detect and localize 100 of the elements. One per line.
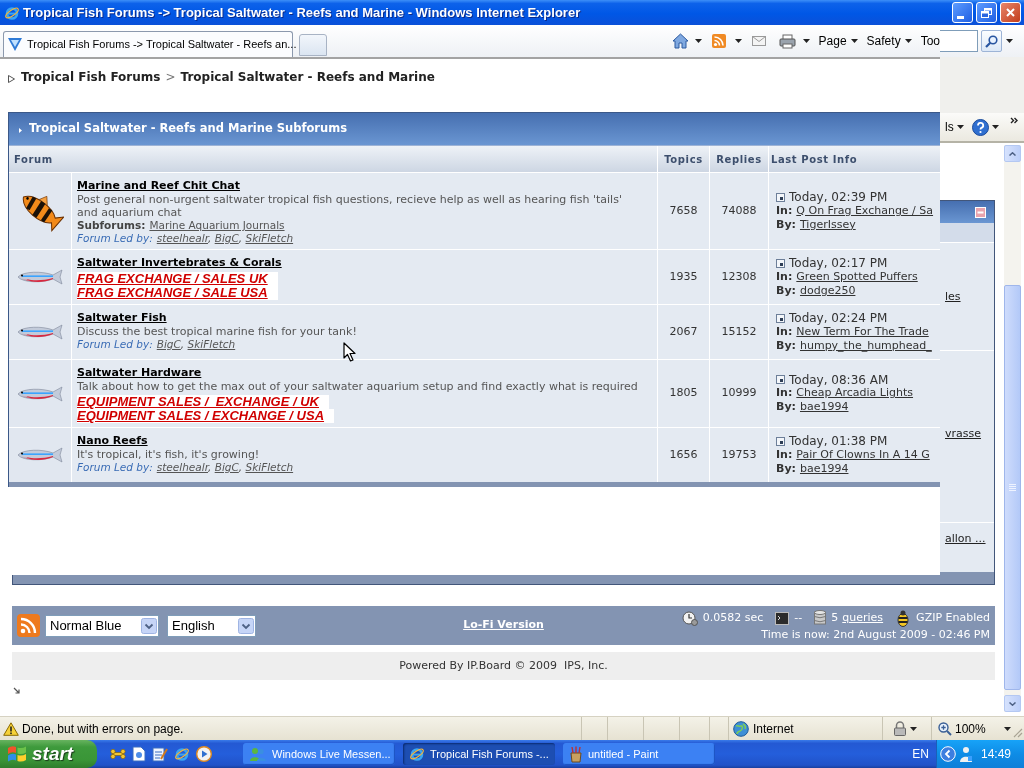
- language-indicator[interactable]: EN: [912, 745, 929, 763]
- caret-icon: [956, 125, 964, 129]
- resize-grip-icon: [1012, 727, 1023, 738]
- chevron-left-icon[interactable]: [940, 746, 956, 762]
- topic-link[interactable]: vrasse: [945, 427, 994, 440]
- column-header: Topics: [658, 146, 709, 172]
- diagonal-arrow-icon: [13, 687, 20, 694]
- rss-feed-icon: [711, 34, 726, 48]
- query-count: 5: [831, 609, 839, 626]
- moderator-link[interactable]: steelhealr: [156, 232, 208, 244]
- server-time: Time is now: 2nd August 2009 - 02:46 PM: [761, 626, 990, 642]
- topics-cell: 2067: [658, 305, 709, 359]
- menu-button[interactable]: Safety: [866, 32, 912, 50]
- scrollbar-thumb[interactable]: [1004, 285, 1021, 690]
- collapse-icon[interactable]: [975, 206, 986, 218]
- warning-icon: [3, 721, 19, 736]
- scroll-down-button[interactable]: [1004, 695, 1021, 712]
- topic-link[interactable]: allon ...: [945, 532, 994, 545]
- last-post-date: Today, 02:24 PM: [789, 310, 888, 327]
- forum-description: Post general non-urgent saltwater tropical fish questions, recieve help as well as hearing fish 'tails' and aquarium chat: [77, 193, 623, 219]
- moderator-link[interactable]: SkiFletch: [245, 461, 294, 473]
- breadcrumb-link[interactable]: Tropical Fish Forums: [21, 68, 161, 86]
- forum-title-link[interactable]: Saltwater Hardware: [77, 366, 202, 380]
- moderator-link[interactable]: BigC: [214, 232, 239, 244]
- moderator-link[interactable]: steelhealr: [156, 461, 208, 473]
- moderators-line: Forum Led by: steelhealr, BigC, SkiFletch: [77, 461, 294, 474]
- author-link[interactable]: bae1994: [799, 460, 849, 478]
- rss-feed-icon[interactable]: [17, 614, 40, 637]
- stopwatch-icon: [681, 610, 698, 626]
- printer-icon: [778, 33, 796, 49]
- subforum-link[interactable]: Marine Aquarium Journals: [149, 219, 285, 231]
- start-button[interactable]: start: [0, 740, 97, 768]
- moderators-line: Forum Led by: steelhealr, BigC, SkiFletch: [77, 232, 294, 245]
- person-icon[interactable]: [959, 746, 973, 762]
- caret-icon: [904, 39, 912, 43]
- dumbbell-icon[interactable]: [110, 749, 126, 759]
- last-post-date: Today, 02:39 PM: [789, 189, 888, 206]
- menu-button[interactable]: ls: [945, 118, 964, 136]
- browser-logo-icon[interactable]: [174, 746, 190, 762]
- windows-flag-icon: [7, 745, 27, 763]
- double-chevron-icon: [1009, 117, 1018, 124]
- help-button[interactable]: [971, 118, 999, 136]
- post-icon: [776, 313, 785, 323]
- language-select[interactable]: English: [167, 614, 256, 637]
- promo-link[interactable]: EQUIPMENT SALES / EXCHANGE / UK: [77, 395, 329, 409]
- caret-icon: [694, 39, 702, 43]
- forum-title-link[interactable]: Marine and Reef Chit Chat: [77, 179, 240, 193]
- stat-text: 0.0582 sec: [702, 609, 764, 626]
- author-link[interactable]: TigerIssey: [799, 216, 856, 234]
- menu-button[interactable]: Too: [920, 32, 940, 50]
- moderator-link[interactable]: BigC: [214, 461, 239, 473]
- author-link[interactable]: humpy_the_humphead_: [799, 337, 932, 355]
- taskbar-button[interactable]: Tropical Fish Forums -...: [403, 743, 555, 765]
- field-label: In:: [776, 386, 793, 402]
- post-icon: [776, 375, 785, 384]
- site-icon: [8, 38, 22, 51]
- promo-link[interactable]: EQUIPMENT SALES / EXCHANGE / USA: [77, 409, 335, 423]
- breadcrumb-link[interactable]: Tropical Saltwater - Reefs and Marine: [180, 68, 435, 86]
- brush-cup-icon: [569, 745, 583, 763]
- triangle-icon: [8, 74, 15, 83]
- browser-logo-icon: [4, 4, 20, 21]
- caret-icon: [910, 726, 917, 731]
- moderator-link[interactable]: SkiFletch: [245, 232, 294, 244]
- caret-icon: [850, 39, 858, 43]
- column-header: Last Post Info: [769, 146, 940, 172]
- replies-cell: 10999: [710, 360, 768, 427]
- caret-icon: [734, 39, 742, 43]
- topic-link[interactable]: les: [945, 290, 994, 303]
- close-button[interactable]: [1000, 2, 1021, 23]
- taskbar-button[interactable]: untitled - Paint: [563, 743, 715, 765]
- page-icon[interactable]: [132, 746, 146, 762]
- bee-icon: [895, 609, 912, 627]
- search-button[interactable]: [981, 30, 1002, 52]
- forum-title-link[interactable]: Nano Reefs: [77, 434, 148, 448]
- topics-cell: 7658: [658, 173, 709, 249]
- moderator-link[interactable]: BigC: [156, 338, 181, 350]
- promo-link[interactable]: FRAG EXCHANGE / SALES UK: [77, 272, 278, 286]
- minimize-button[interactable]: [952, 2, 973, 23]
- play-icon[interactable]: [196, 746, 212, 762]
- scroll-up-button[interactable]: [1004, 145, 1021, 162]
- breadcrumb-separator: >: [165, 69, 176, 86]
- author-link[interactable]: bae1994: [799, 399, 849, 416]
- replies-cell: 74088: [710, 173, 768, 249]
- restore-button[interactable]: [976, 2, 997, 23]
- taskbar-button[interactable]: Windows Live Messen...: [243, 743, 395, 765]
- forum-title-link[interactable]: Saltwater Fish: [77, 311, 167, 325]
- skin-select[interactable]: Normal Blue: [45, 614, 159, 637]
- notepad-icon[interactable]: [152, 746, 168, 762]
- search-field[interactable]: [940, 30, 978, 52]
- category-title: Tropical Saltwater - Reefs and Marine Subforums: [29, 120, 348, 138]
- topics-cell: 1935: [658, 250, 709, 304]
- moderator-link[interactable]: SkiFletch: [187, 338, 236, 350]
- forum-title-link[interactable]: Saltwater Invertebrates & Corals: [77, 256, 282, 270]
- promo-link[interactable]: FRAG EXCHANGE / SALE USA: [77, 286, 278, 300]
- home-icon: [671, 33, 689, 49]
- menu-button[interactable]: Page: [818, 32, 858, 50]
- help-icon: [971, 118, 989, 136]
- globe-icon: [733, 720, 749, 737]
- author-link[interactable]: dodge250: [799, 282, 856, 300]
- replies-cell: 19753: [710, 428, 768, 482]
